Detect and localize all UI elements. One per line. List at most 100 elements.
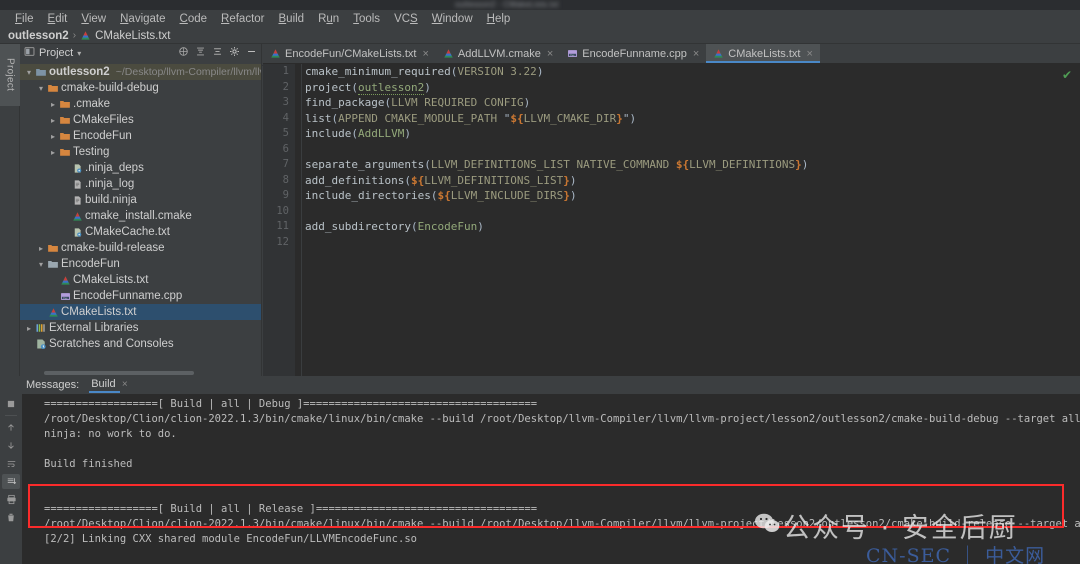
editor-tab-cmakelists-txt[interactable]: CMakeLists.txt ×: [706, 44, 820, 63]
tree-node-build-ninja[interactable]: build.ninja: [20, 192, 261, 208]
tree-node-icon-wrap: [58, 98, 72, 110]
scroll-to-end-icon[interactable]: [2, 474, 20, 489]
folder-orange: [47, 242, 59, 254]
code-token: ": [622, 111, 630, 125]
menu-item-code[interactable]: Code: [173, 12, 215, 26]
folder-orange: [59, 98, 71, 110]
tree-node-encodefun[interactable]: ▾ EncodeFun: [20, 256, 261, 272]
close-icon[interactable]: ×: [693, 48, 699, 60]
tree-node-encodefun[interactable]: ▸ EncodeFun: [20, 128, 261, 144]
menu-item-run[interactable]: Run: [311, 12, 346, 26]
chevron-down-icon[interactable]: ▾: [36, 260, 46, 269]
tree-node-icon-wrap: C++: [58, 291, 72, 302]
project-tab-label: Project: [4, 58, 16, 92]
chevron-right-icon[interactable]: ▸: [24, 324, 34, 333]
close-icon[interactable]: ×: [122, 379, 128, 390]
line-number: 3: [282, 96, 289, 108]
editor-area: EncodeFun/CMakeLists.txt × AddLLVM.cmake × C…: [263, 44, 1080, 376]
chevron-down-icon[interactable]: ▾: [36, 84, 46, 93]
breadcrumb-file[interactable]: CMakeLists.txt: [95, 30, 170, 42]
menu-item-window[interactable]: Window: [425, 12, 480, 26]
tree-node-cmakelists-txt[interactable]: CMakeLists.txt: [20, 304, 261, 320]
code-token: ${: [510, 111, 524, 125]
sidebar-item-project[interactable]: Project: [0, 44, 20, 106]
code-token: (: [410, 220, 418, 233]
tree-node-cmake-build-release[interactable]: ▸ cmake-build-release: [20, 240, 261, 256]
menu-item-view[interactable]: View: [74, 12, 113, 26]
project-panel-actions: [178, 44, 257, 62]
chevron-down-icon[interactable]: ▾: [24, 68, 34, 77]
gear-icon[interactable]: [229, 44, 240, 62]
down-arrow-icon[interactable]: [2, 438, 20, 453]
project-horizontal-scrollbar[interactable]: [44, 371, 194, 375]
print-icon[interactable]: [2, 492, 20, 507]
tree-node-cmake-build-debug[interactable]: ▾ cmake-build-debug: [20, 80, 261, 96]
console-toolbar: [0, 394, 22, 564]
file-text: [72, 195, 83, 206]
line-number: 11: [276, 220, 289, 232]
close-icon[interactable]: ×: [806, 48, 812, 60]
menu-item-navigate[interactable]: Navigate: [113, 12, 172, 26]
inspection-status-icon[interactable]: ✔: [1062, 68, 1072, 82]
chevron-right-icon[interactable]: ▸: [48, 116, 58, 125]
tree-node-cmakelists-txt[interactable]: CMakeLists.txt: [20, 272, 261, 288]
line-number: 10: [276, 204, 289, 217]
expand-all-icon[interactable]: [195, 44, 206, 62]
chevron-right-icon[interactable]: ▸: [48, 132, 58, 141]
console-line: /root/Desktop/Clion/clion-2022.1.3/bin/c…: [44, 413, 1080, 425]
tree-node-cmake-install-cmake[interactable]: cmake_install.cmake: [20, 208, 261, 224]
chevron-right-icon[interactable]: ▸: [36, 244, 46, 253]
collapse-scope-icon[interactable]: [178, 44, 189, 62]
tree-node-cmake[interactable]: ▸ .cmake: [20, 96, 261, 112]
tree-node-cmakefiles[interactable]: ▸ CMakeFiles: [20, 112, 261, 128]
editor-tab-encodefunname-cpp[interactable]: C++ EncodeFunname.cpp ×: [560, 44, 706, 63]
editor-gutter[interactable]: 1 2 3 4 5 6 7 8 9 10 11 12: [263, 64, 295, 376]
project-tree[interactable]: ▾ outlesson2 ~/Desktop/llvm-Compiler/llvm/…: [20, 62, 261, 376]
code-token: LLVM REQUIRED CONFIG: [391, 96, 524, 109]
tab-build[interactable]: Build ×: [89, 378, 128, 393]
close-icon[interactable]: ×: [422, 48, 428, 60]
project-window-icon: [24, 44, 35, 62]
close-icon[interactable]: ×: [547, 48, 553, 60]
editor-tab-encodefun-cmakelists-txt[interactable]: EncodeFun/CMakeLists.txt ×: [263, 44, 436, 63]
code-content[interactable]: cmake_minimum_required(VERSION 3.22) proj…: [305, 64, 1080, 250]
code-editor[interactable]: 1 2 3 4 5 6 7 8 9 10 11 12 cmake_minimum_required(V…: [263, 64, 1080, 376]
chevron-right-icon[interactable]: ▸: [48, 100, 58, 109]
chevron-right-icon[interactable]: ▸: [48, 148, 58, 157]
menu-item-edit[interactable]: Edit: [41, 12, 75, 26]
trash-icon[interactable]: [2, 510, 20, 525]
tree-node-testing[interactable]: ▸ Testing: [20, 144, 261, 160]
tree-node-external-libraries[interactable]: ▸ External Libraries: [20, 320, 261, 336]
hide-panel-icon[interactable]: [246, 44, 257, 62]
cmake-icon: [80, 30, 91, 41]
code-token: }: [563, 173, 570, 187]
up-arrow-icon[interactable]: [2, 420, 20, 435]
project-panel-caret[interactable]: ▾: [77, 49, 81, 58]
stop-icon[interactable]: [2, 396, 20, 411]
code-line: project(outlesson2): [305, 80, 1080, 96]
tree-node-outlesson2[interactable]: ▾ outlesson2 ~/Desktop/llvm-Compiler/llvm/…: [20, 64, 261, 80]
cmake-icon: [60, 275, 71, 286]
menu-item-build[interactable]: Build: [272, 12, 312, 26]
menu-item-help[interactable]: Help: [480, 12, 518, 26]
tree-node-icon-wrap: [34, 66, 48, 78]
code-token: VERSION 3.22: [457, 65, 537, 78]
breadcrumb-project[interactable]: outlesson2: [8, 30, 69, 42]
tree-node-scratches-and-consoles[interactable]: Scratches and Consoles: [20, 336, 261, 352]
code-line: include_directories(${LLVM_INCLUDE_DIRS}…: [305, 188, 1080, 204]
tree-node-encodefunname-cpp[interactable]: C++ EncodeFunname.cpp: [20, 288, 261, 304]
editor-tab-addllvm-cmake[interactable]: AddLLVM.cmake ×: [436, 44, 560, 63]
breadcrumb-separator: ›: [72, 30, 77, 41]
tree-node-ninja-deps[interactable]: .ninja_deps: [20, 160, 261, 176]
menu-item-vcs[interactable]: VCS: [387, 12, 425, 26]
menu-item-refactor[interactable]: Refactor: [214, 12, 271, 26]
menu-item-tools[interactable]: Tools: [346, 12, 387, 26]
collapse-all-icon[interactable]: [212, 44, 223, 62]
menu-item-file[interactable]: File: [8, 12, 41, 26]
tree-node-ninja-log[interactable]: .ninja_log: [20, 176, 261, 192]
soft-wrap-icon[interactable]: [2, 456, 20, 471]
tree-node-cmakecache-txt[interactable]: CMakeCache.txt: [20, 224, 261, 240]
code-token: ): [424, 80, 431, 94]
code-token: EncodeFun: [417, 220, 478, 233]
